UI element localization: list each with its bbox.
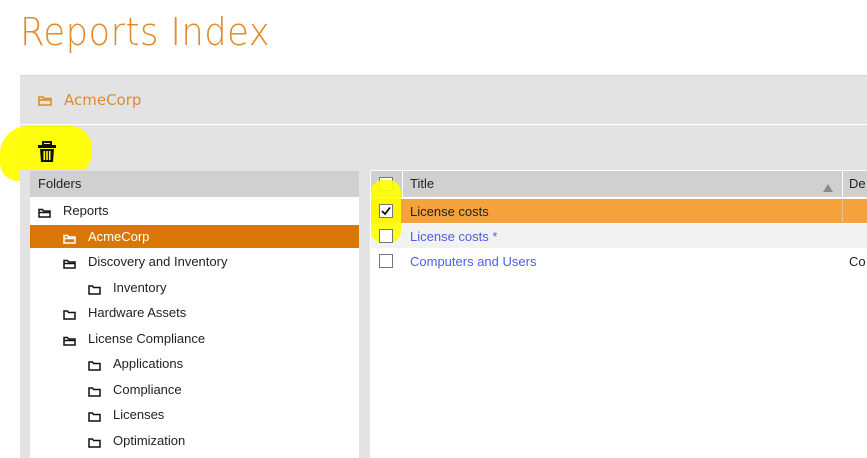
folder-tree-label: Licenses [113,407,165,422]
folder-tree-item[interactable]: AcmeCorp [30,224,359,249]
folder-tree-label: Discovery and Inventory [88,254,228,269]
folder-open-icon [38,205,51,223]
folder-icon [88,358,101,376]
folder-tree-item[interactable]: Reports [30,199,359,222]
folder-open-icon [38,93,52,111]
table-row[interactable]: License costs * [371,224,867,248]
folder-tree-label: AcmeCorp [88,228,150,244]
row-checkbox[interactable] [379,204,393,218]
delete-button[interactable] [37,141,57,163]
folder-tree-label: Hardware Assets [88,305,187,320]
column-divider [842,199,843,223]
folders-header-label: Folders [38,176,82,191]
folder-tree-label: License Compliance [88,330,206,346]
report-title-link[interactable]: License costs [410,204,489,219]
column-header-description[interactable]: De [849,176,866,191]
column-header-title[interactable]: Title [410,176,434,191]
breadcrumb: AcmeCorp [20,75,867,124]
folders-header: Folders [30,171,359,197]
column-divider [842,171,843,197]
folder-open-icon [63,256,76,274]
folder-tree-item[interactable]: Discovery and Inventory [30,250,359,273]
folder-tree-item[interactable]: Optimization [30,429,359,452]
reports-header: Title De [371,171,867,197]
folder-tree-item[interactable]: Inventory [30,276,359,299]
folder-tree: Reports AcmeCorp Discovery and Inventory In… [30,197,359,458]
toolbar [20,124,867,171]
table-row[interactable]: License costs [371,199,867,223]
report-description: Co [849,254,866,269]
row-checkbox[interactable] [379,254,393,268]
folder-open-icon [63,333,76,351]
trash-icon [37,141,57,167]
breadcrumb-current[interactable]: AcmeCorp [64,91,141,109]
report-title-link[interactable]: Computers and Users [410,254,536,269]
page-title: Reports Index [20,10,271,54]
row-checkbox[interactable] [379,229,393,243]
sort-ascending-icon[interactable] [823,179,833,197]
report-title-link[interactable]: License costs * [410,229,497,244]
folder-tree-item[interactable]: Hardware Assets [30,301,359,324]
folder-tree-label: Inventory [113,279,167,295]
folder-tree-label: Compliance [113,381,182,397]
table-row[interactable]: Computers and Users Co [371,249,867,273]
folder-icon [88,409,101,427]
folder-icon [88,435,101,453]
folder-tree-label: Optimization [113,432,186,448]
folder-tree-label: Applications [113,356,184,371]
folder-tree-item[interactable]: Applications [30,352,359,375]
column-divider [402,171,403,197]
folder-tree-item[interactable]: License Compliance [30,327,359,350]
checkmark-icon [381,206,391,216]
folder-tree-item[interactable]: Licenses [30,403,359,426]
folder-icon [63,307,76,325]
folder-icon [88,282,101,300]
folder-icon [88,384,101,402]
folder-tree-item[interactable]: Compliance [30,378,359,401]
folder-tree-label: Reports [63,203,109,218]
folder-open-icon [63,231,76,249]
